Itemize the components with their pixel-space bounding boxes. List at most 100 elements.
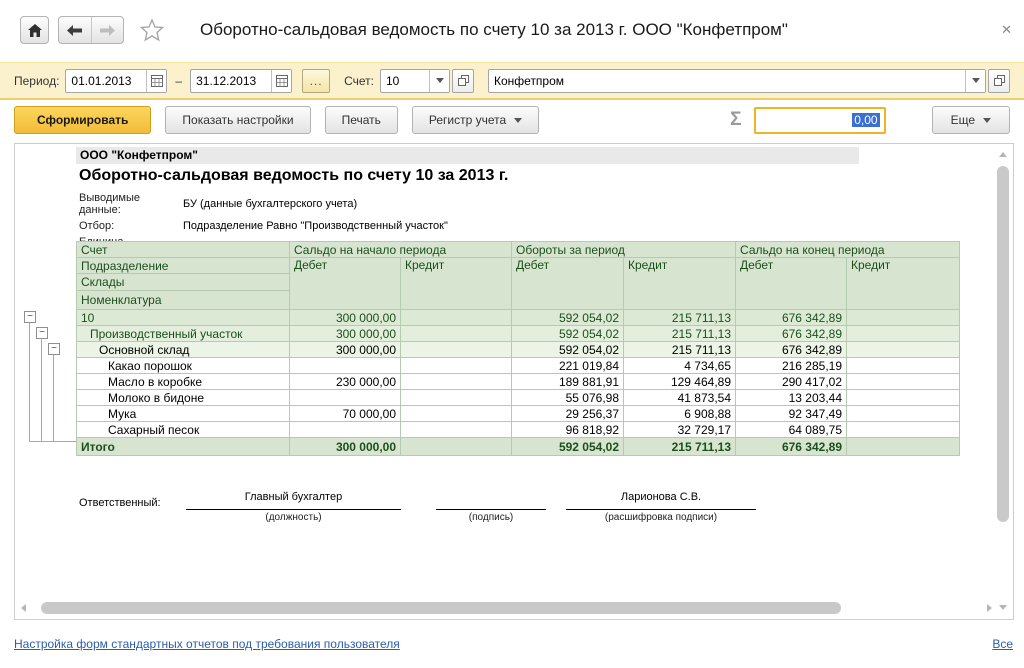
horizontal-scrollbar[interactable]: [19, 601, 994, 615]
calendar-icon[interactable]: [146, 70, 166, 92]
sum-input[interactable]: 0,00: [754, 107, 886, 134]
total-label: Итого: [77, 438, 290, 456]
forward-button[interactable]: [91, 17, 123, 43]
table-header-row: Счет Сальдо на начало периода Обороты за…: [77, 242, 960, 258]
account-open-icon[interactable]: [452, 69, 474, 93]
choose-period-button[interactable]: ...: [302, 69, 330, 93]
row-cell: [401, 358, 512, 374]
table-row[interactable]: Масло в коробке 230 000,00 189 881,91 12…: [77, 374, 960, 390]
row-cell: 215 711,13: [624, 310, 736, 326]
table-row[interactable]: 10 300 000,00 592 054,02 215 711,13 676 …: [77, 310, 960, 326]
row-label: 10: [77, 310, 290, 326]
back-arrow-icon: [67, 25, 82, 36]
total-cell: 592 054,02: [512, 438, 624, 456]
signature-caption: (расшифровка подписи): [566, 510, 756, 523]
row-cell: [847, 326, 960, 342]
row-cell: [401, 326, 512, 342]
period-from-value[interactable]: 01.01.2013: [66, 74, 146, 88]
chevron-down-icon[interactable]: [965, 70, 985, 92]
total-cell: 676 342,89: [736, 438, 847, 456]
tree-connector-line: [29, 323, 30, 441]
row-cell: 96 818,92: [512, 422, 624, 438]
scroll-right-icon[interactable]: [987, 604, 992, 612]
row-cell: 70 000,00: [290, 406, 401, 422]
organization-open-icon[interactable]: [988, 69, 1010, 93]
table-row[interactable]: Какао порошок 221 019,84 4 734,65 216 28…: [77, 358, 960, 374]
close-icon[interactable]: ✕: [1001, 22, 1012, 38]
table-row[interactable]: Сахарный песок 96 818,92 32 729,17 64 08…: [77, 422, 960, 438]
account-value[interactable]: 10: [381, 74, 429, 88]
report-toolbar: Сформировать Показать настройки Печать Р…: [0, 102, 1024, 138]
row-cell: [401, 422, 512, 438]
col-group-turnover: Обороты за период: [512, 242, 736, 258]
report-table-body: Счет Сальдо на начало периода Обороты за…: [77, 242, 960, 456]
row-cell: 29 256,37: [512, 406, 624, 422]
signature-caption: (подпись): [436, 510, 546, 523]
row-cell: 129 464,89: [624, 374, 736, 390]
favorites-star-icon[interactable]: [140, 18, 164, 42]
chevron-down-icon: [983, 118, 991, 123]
collapse-group-icon[interactable]: −: [36, 327, 48, 339]
scroll-down-icon[interactable]: [999, 605, 1007, 610]
row-cell: [847, 374, 960, 390]
chevron-down-icon[interactable]: [429, 70, 449, 92]
row-cell: [401, 390, 512, 406]
scroll-up-icon[interactable]: [999, 152, 1007, 157]
sigma-icon: Σ: [730, 109, 741, 131]
horizontal-scroll-thumb[interactable]: [41, 602, 841, 614]
period-to-value[interactable]: 31.12.2013: [191, 74, 271, 88]
sum-value[interactable]: 0,00: [852, 113, 879, 127]
organization-field[interactable]: Конфетпром: [488, 69, 986, 93]
calendar-icon[interactable]: [271, 70, 291, 92]
back-button[interactable]: [59, 17, 91, 43]
signature-block: (подпись): [436, 491, 546, 523]
tree-connector-line: [41, 339, 42, 441]
table-row[interactable]: Основной склад 300 000,00 592 054,02 215…: [77, 342, 960, 358]
account-field[interactable]: 10: [380, 69, 450, 93]
col-header-subdivision: Подразделение: [77, 258, 290, 274]
row-label: Мука: [77, 406, 290, 422]
scroll-left-icon[interactable]: [21, 604, 26, 612]
table-row[interactable]: Молоко в бидоне 55 076,98 41 873,54 13 2…: [77, 390, 960, 406]
home-button[interactable]: [20, 16, 49, 44]
col-header-debit: Дебет: [512, 258, 624, 310]
total-cell: [847, 438, 960, 456]
row-cell: 4 734,65: [624, 358, 736, 374]
row-cell: [290, 422, 401, 438]
period-to-field[interactable]: 31.12.2013: [190, 69, 292, 93]
forward-arrow-icon: [100, 25, 115, 36]
more-menu-label: Еще: [951, 113, 975, 127]
info-label: Отбор:: [79, 220, 183, 232]
row-label: Молоко в бидоне: [77, 390, 290, 406]
info-label: Выводимые данные:: [79, 192, 183, 216]
collapse-group-icon[interactable]: −: [24, 311, 36, 323]
collapse-group-icon[interactable]: −: [48, 343, 60, 355]
report-settings-link[interactable]: Настройка форм стандартных отчетов под т…: [14, 637, 400, 651]
period-dash: –: [175, 74, 182, 88]
row-cell: 221 019,84: [512, 358, 624, 374]
report-org-name[interactable]: ООО "Конфетпром": [76, 147, 859, 164]
table-row[interactable]: Производственный участок 300 000,00 592 …: [77, 326, 960, 342]
show-settings-button[interactable]: Показать настройки: [165, 106, 310, 134]
more-menu-button[interactable]: Еще: [932, 106, 1010, 134]
row-cell: 676 342,89: [736, 326, 847, 342]
period-from-field[interactable]: 01.01.2013: [65, 69, 167, 93]
register-menu-button[interactable]: Регистр учета: [412, 106, 539, 134]
row-cell: [290, 358, 401, 374]
report-content: ООО "Конфетпром" Оборотно-сальдовая ведо…: [76, 144, 981, 600]
row-cell: 592 054,02: [512, 310, 624, 326]
vertical-scrollbar[interactable]: [996, 148, 1010, 610]
generate-button[interactable]: Сформировать: [14, 106, 151, 134]
total-row[interactable]: Итого 300 000,00 592 054,02 215 711,13 6…: [77, 438, 960, 456]
row-cell: 55 076,98: [512, 390, 624, 406]
info-row: Выводимые данные: БУ (данные бухгалтерск…: [79, 193, 448, 215]
vertical-scroll-thumb[interactable]: [997, 166, 1009, 522]
row-cell: 216 285,19: [736, 358, 847, 374]
all-link[interactable]: Все: [992, 637, 1013, 651]
signature-position-value: Главный бухгалтер: [186, 491, 401, 510]
row-cell: 215 711,13: [624, 342, 736, 358]
organization-value[interactable]: Конфетпром: [489, 74, 965, 88]
row-cell: [847, 358, 960, 374]
print-button[interactable]: Печать: [325, 106, 398, 134]
table-row[interactable]: Мука 70 000,00 29 256,37 6 908,88 92 347…: [77, 406, 960, 422]
